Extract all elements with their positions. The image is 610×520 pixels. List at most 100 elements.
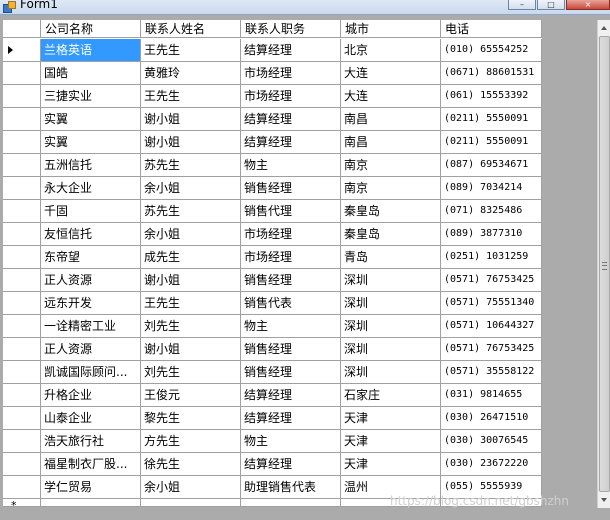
cell-contact-name[interactable]: 余小姐 <box>141 476 241 499</box>
cell-contact-name[interactable]: 刘先生 <box>141 361 241 384</box>
row-header[interactable] <box>3 200 41 223</box>
cell-city[interactable]: 南昌 <box>341 108 441 131</box>
row-header[interactable] <box>3 292 41 315</box>
cell-company[interactable]: 永大企业 <box>41 177 141 200</box>
cell-city[interactable]: 天津 <box>341 407 441 430</box>
cell-contact-title[interactable]: 市场经理 <box>241 223 341 246</box>
cell-company[interactable]: 正人资源 <box>41 338 141 361</box>
cell-city[interactable]: 深圳 <box>341 338 441 361</box>
table-row[interactable]: 实翼 谢小姐 结算经理 南昌 (0211) 5550091 <box>3 108 542 131</box>
table-row[interactable]: 一诠精密工业 刘先生 物主 深圳 (0571) 10644327 <box>3 315 542 338</box>
cell-contact-title[interactable]: 销售经理 <box>241 269 341 292</box>
cell-city[interactable]: 大连 <box>341 85 441 108</box>
cell-city[interactable]: 北京 <box>341 39 441 62</box>
row-header[interactable] <box>3 131 41 154</box>
col-header-contact-title[interactable]: 联系人职务 <box>241 20 341 38</box>
cell-contact-name[interactable]: 王先生 <box>141 292 241 315</box>
table-row[interactable]: 正人资源 谢小姐 销售经理 深圳 (0571) 76753425 <box>3 338 542 361</box>
row-header[interactable] <box>3 246 41 269</box>
cell-company[interactable]: 五洲信托 <box>41 154 141 177</box>
cell-phone[interactable]: (061) 15553392 <box>441 85 542 108</box>
cell-city[interactable]: 南昌 <box>341 131 441 154</box>
cell-contact-title[interactable]: 市场经理 <box>241 62 341 85</box>
cell-contact-name[interactable]: 黎先生 <box>141 407 241 430</box>
cell-city[interactable]: 秦皇岛 <box>341 200 441 223</box>
close-button[interactable]: × <box>566 0 610 10</box>
table-row[interactable]: 千固 苏先生 销售代理 秦皇岛 (071) 8325486 <box>3 200 542 223</box>
table-row[interactable]: 升格企业 王俊元 结算经理 石家庄 (031) 9814655 <box>3 384 542 407</box>
cell-company[interactable]: 学仁贸易 <box>41 476 141 499</box>
col-header-phone[interactable]: 电话 <box>441 20 542 38</box>
row-header[interactable] <box>3 407 41 430</box>
row-header[interactable] <box>3 85 41 108</box>
cell-contact-name[interactable]: 徐先生 <box>141 453 241 476</box>
cell-company[interactable]: 一诠精密工业 <box>41 315 141 338</box>
cell-contact-name[interactable]: 谢小姐 <box>141 338 241 361</box>
row-header[interactable] <box>3 430 41 453</box>
cell-contact-title[interactable]: 物主 <box>241 315 341 338</box>
cell-contact-title[interactable]: 助理销售代表 <box>241 476 341 499</box>
cell-contact-name[interactable]: 谢小姐 <box>141 131 241 154</box>
form-app-icon[interactable] <box>3 1 16 13</box>
table-row[interactable]: 远东开发 王先生 销售代表 深圳 (0571) 75551340 <box>3 292 542 315</box>
minimize-button[interactable]: – <box>508 0 536 10</box>
scroll-thumb[interactable] <box>599 36 610 492</box>
cell-phone[interactable]: (0571) 35558122 <box>441 361 542 384</box>
col-header-company[interactable]: 公司名称 <box>41 20 141 38</box>
cell-city[interactable]: 大连 <box>341 62 441 85</box>
cell-phone[interactable]: (0251) 1031259 <box>441 246 542 269</box>
cell-contact-title[interactable]: 物主 <box>241 154 341 177</box>
col-header-city[interactable]: 城市 <box>341 20 441 38</box>
table-row[interactable]: 友恒信托 余小姐 市场经理 秦皇岛 (089) 3877310 <box>3 223 542 246</box>
cell-phone[interactable]: (071) 8325486 <box>441 200 542 223</box>
cell-company[interactable]: 三捷实业 <box>41 85 141 108</box>
cell-city[interactable]: 天津 <box>341 430 441 453</box>
cell-phone[interactable]: (089) 7034214 <box>441 177 542 200</box>
cell-contact-title[interactable]: 结算经理 <box>241 407 341 430</box>
cell-city[interactable]: 南京 <box>341 154 441 177</box>
cell-contact-title[interactable]: 销售经理 <box>241 338 341 361</box>
cell-phone[interactable]: (0671) 88601531 <box>441 62 542 85</box>
cell-company[interactable]: 福星制衣厂股... <box>41 453 141 476</box>
row-header[interactable] <box>3 39 41 62</box>
scroll-up-button[interactable] <box>598 20 610 36</box>
cell-contact-name[interactable]: 方先生 <box>141 430 241 453</box>
row-header[interactable] <box>3 315 41 338</box>
table-row[interactable]: 正人资源 谢小姐 销售经理 深圳 (0571) 76753425 <box>3 269 542 292</box>
cell-city[interactable]: 青岛 <box>341 246 441 269</box>
cell-company[interactable]: 远东开发 <box>41 292 141 315</box>
cell-city[interactable]: 石家庄 <box>341 384 441 407</box>
cell-phone[interactable]: (030) 23672220 <box>441 453 542 476</box>
cell-company[interactable]: 升格企业 <box>41 384 141 407</box>
row-header[interactable] <box>3 177 41 200</box>
table-row[interactable]: 东帝望 成先生 市场经理 青岛 (0251) 1031259 <box>3 246 542 269</box>
vertical-scrollbar[interactable] <box>597 20 610 508</box>
cell-contact-title[interactable]: 销售代表 <box>241 292 341 315</box>
cell-contact-name[interactable]: 余小姐 <box>141 223 241 246</box>
cell-contact-title[interactable]: 销售经理 <box>241 361 341 384</box>
cell-contact-title[interactable]: 销售经理 <box>241 177 341 200</box>
cell-phone[interactable]: (0571) 75551340 <box>441 292 542 315</box>
row-header[interactable] <box>3 453 41 476</box>
cell-contact-title[interactable]: 销售代理 <box>241 200 341 223</box>
title-bar[interactable]: Form1 – □ × <box>0 0 610 15</box>
new-row-cell[interactable] <box>41 499 141 507</box>
new-row-cell[interactable] <box>241 499 341 507</box>
row-header[interactable] <box>3 223 41 246</box>
cell-contact-name[interactable]: 黄雅玲 <box>141 62 241 85</box>
cell-company[interactable]: 实翼 <box>41 108 141 131</box>
cell-city[interactable]: 深圳 <box>341 361 441 384</box>
row-header[interactable] <box>3 154 41 177</box>
cell-company[interactable]: 山泰企业 <box>41 407 141 430</box>
cell-contact-name[interactable]: 刘先生 <box>141 315 241 338</box>
row-header[interactable] <box>3 338 41 361</box>
table-row[interactable]: 凯诚国际顾问... 刘先生 销售经理 深圳 (0571) 35558122 <box>3 361 542 384</box>
cell-phone[interactable]: (030) 30076545 <box>441 430 542 453</box>
cell-contact-name[interactable]: 成先生 <box>141 246 241 269</box>
table-row[interactable]: 五洲信托 苏先生 物主 南京 (087) 69534671 <box>3 154 542 177</box>
new-row-cell[interactable] <box>141 499 241 507</box>
cell-phone[interactable]: (0571) 76753425 <box>441 269 542 292</box>
cell-phone[interactable]: (089) 3877310 <box>441 223 542 246</box>
scroll-down-button[interactable] <box>598 492 610 508</box>
cell-company[interactable]: 实翼 <box>41 131 141 154</box>
